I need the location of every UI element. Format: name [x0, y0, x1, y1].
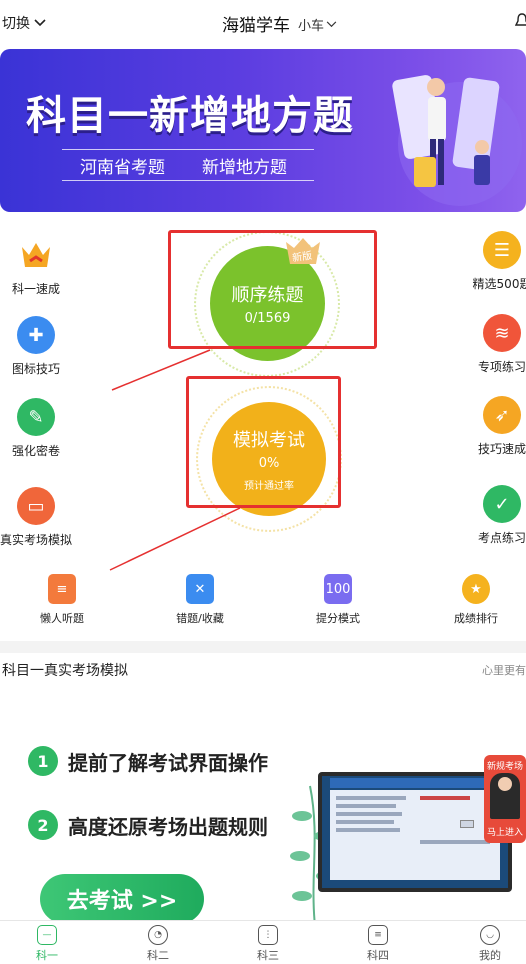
- card-top-label: 新规考场: [486, 762, 523, 772]
- ranking-button[interactable]: ★ 成绩排行: [426, 574, 526, 626]
- new-rule-exam-card[interactable]: 新规考场 马上进入: [484, 755, 526, 843]
- score-boost-button[interactable]: 100 提分模式: [288, 574, 388, 626]
- tab-label: 我的: [479, 949, 501, 962]
- tab-subject-four[interactable]: ≡ 科四: [348, 925, 408, 963]
- tab-label: 科一: [36, 949, 58, 962]
- exam-monitor-illustration: [318, 772, 512, 892]
- section-title: 科目一真实考场模拟: [2, 663, 128, 679]
- home-icon: —: [37, 925, 57, 945]
- bullet-text: 提前了解考试界面操作: [68, 750, 268, 775]
- wrong-favorites-button[interactable]: ✕ 错题/收藏: [150, 574, 250, 626]
- row-label: 错题/收藏: [176, 612, 224, 625]
- monitor-header: [330, 778, 500, 788]
- promo-bullet-2: 2 高度还原考场出题规则: [28, 810, 268, 840]
- road-icon: ⋮: [258, 925, 278, 945]
- tab-subject-one[interactable]: — 科一: [17, 925, 77, 963]
- profile-icon: ◡: [480, 925, 500, 945]
- lazy-listen-button[interactable]: ≡ 懒人听题: [12, 574, 112, 626]
- tab-label: 科二: [147, 949, 169, 962]
- row-label: 成绩排行: [454, 612, 498, 625]
- headphone-doc-icon: ≡: [48, 574, 76, 604]
- bullet-number: 2: [28, 810, 58, 840]
- section-more-link[interactable]: 心里更有: [482, 662, 526, 678]
- row-label: 提分模式: [316, 612, 360, 625]
- bottom-tab-bar: — 科一 ◔ 科二 ⋮ 科三 ≡ 科四 ◡ 我的: [0, 920, 526, 964]
- bullet-text: 高度还原考场出题规则: [68, 814, 268, 839]
- monitor-screen: [330, 790, 500, 880]
- tab-subject-three[interactable]: ⋮ 科三: [238, 925, 298, 963]
- go-exam-button[interactable]: 去考试 >>: [40, 874, 204, 924]
- notebook-icon: ✕: [186, 574, 214, 604]
- score-book-icon: 100: [324, 574, 352, 604]
- card-bottom-label: 马上进入: [486, 828, 523, 838]
- card-face: [498, 777, 512, 791]
- bullet-number: 1: [28, 746, 58, 776]
- promo-bullet-1: 1 提前了解考试界面操作: [28, 746, 268, 776]
- tab-label: 科四: [367, 949, 389, 962]
- tab-label: 科三: [257, 949, 279, 962]
- timer-icon: ◔: [148, 925, 168, 945]
- document-icon: ≡: [368, 925, 388, 945]
- row-label: 懒人听题: [40, 612, 84, 625]
- tab-subject-two[interactable]: ◔ 科二: [128, 925, 188, 963]
- section-separator: [0, 641, 526, 653]
- medal-icon: ★: [462, 574, 490, 604]
- tab-mine[interactable]: ◡ 我的: [460, 925, 520, 963]
